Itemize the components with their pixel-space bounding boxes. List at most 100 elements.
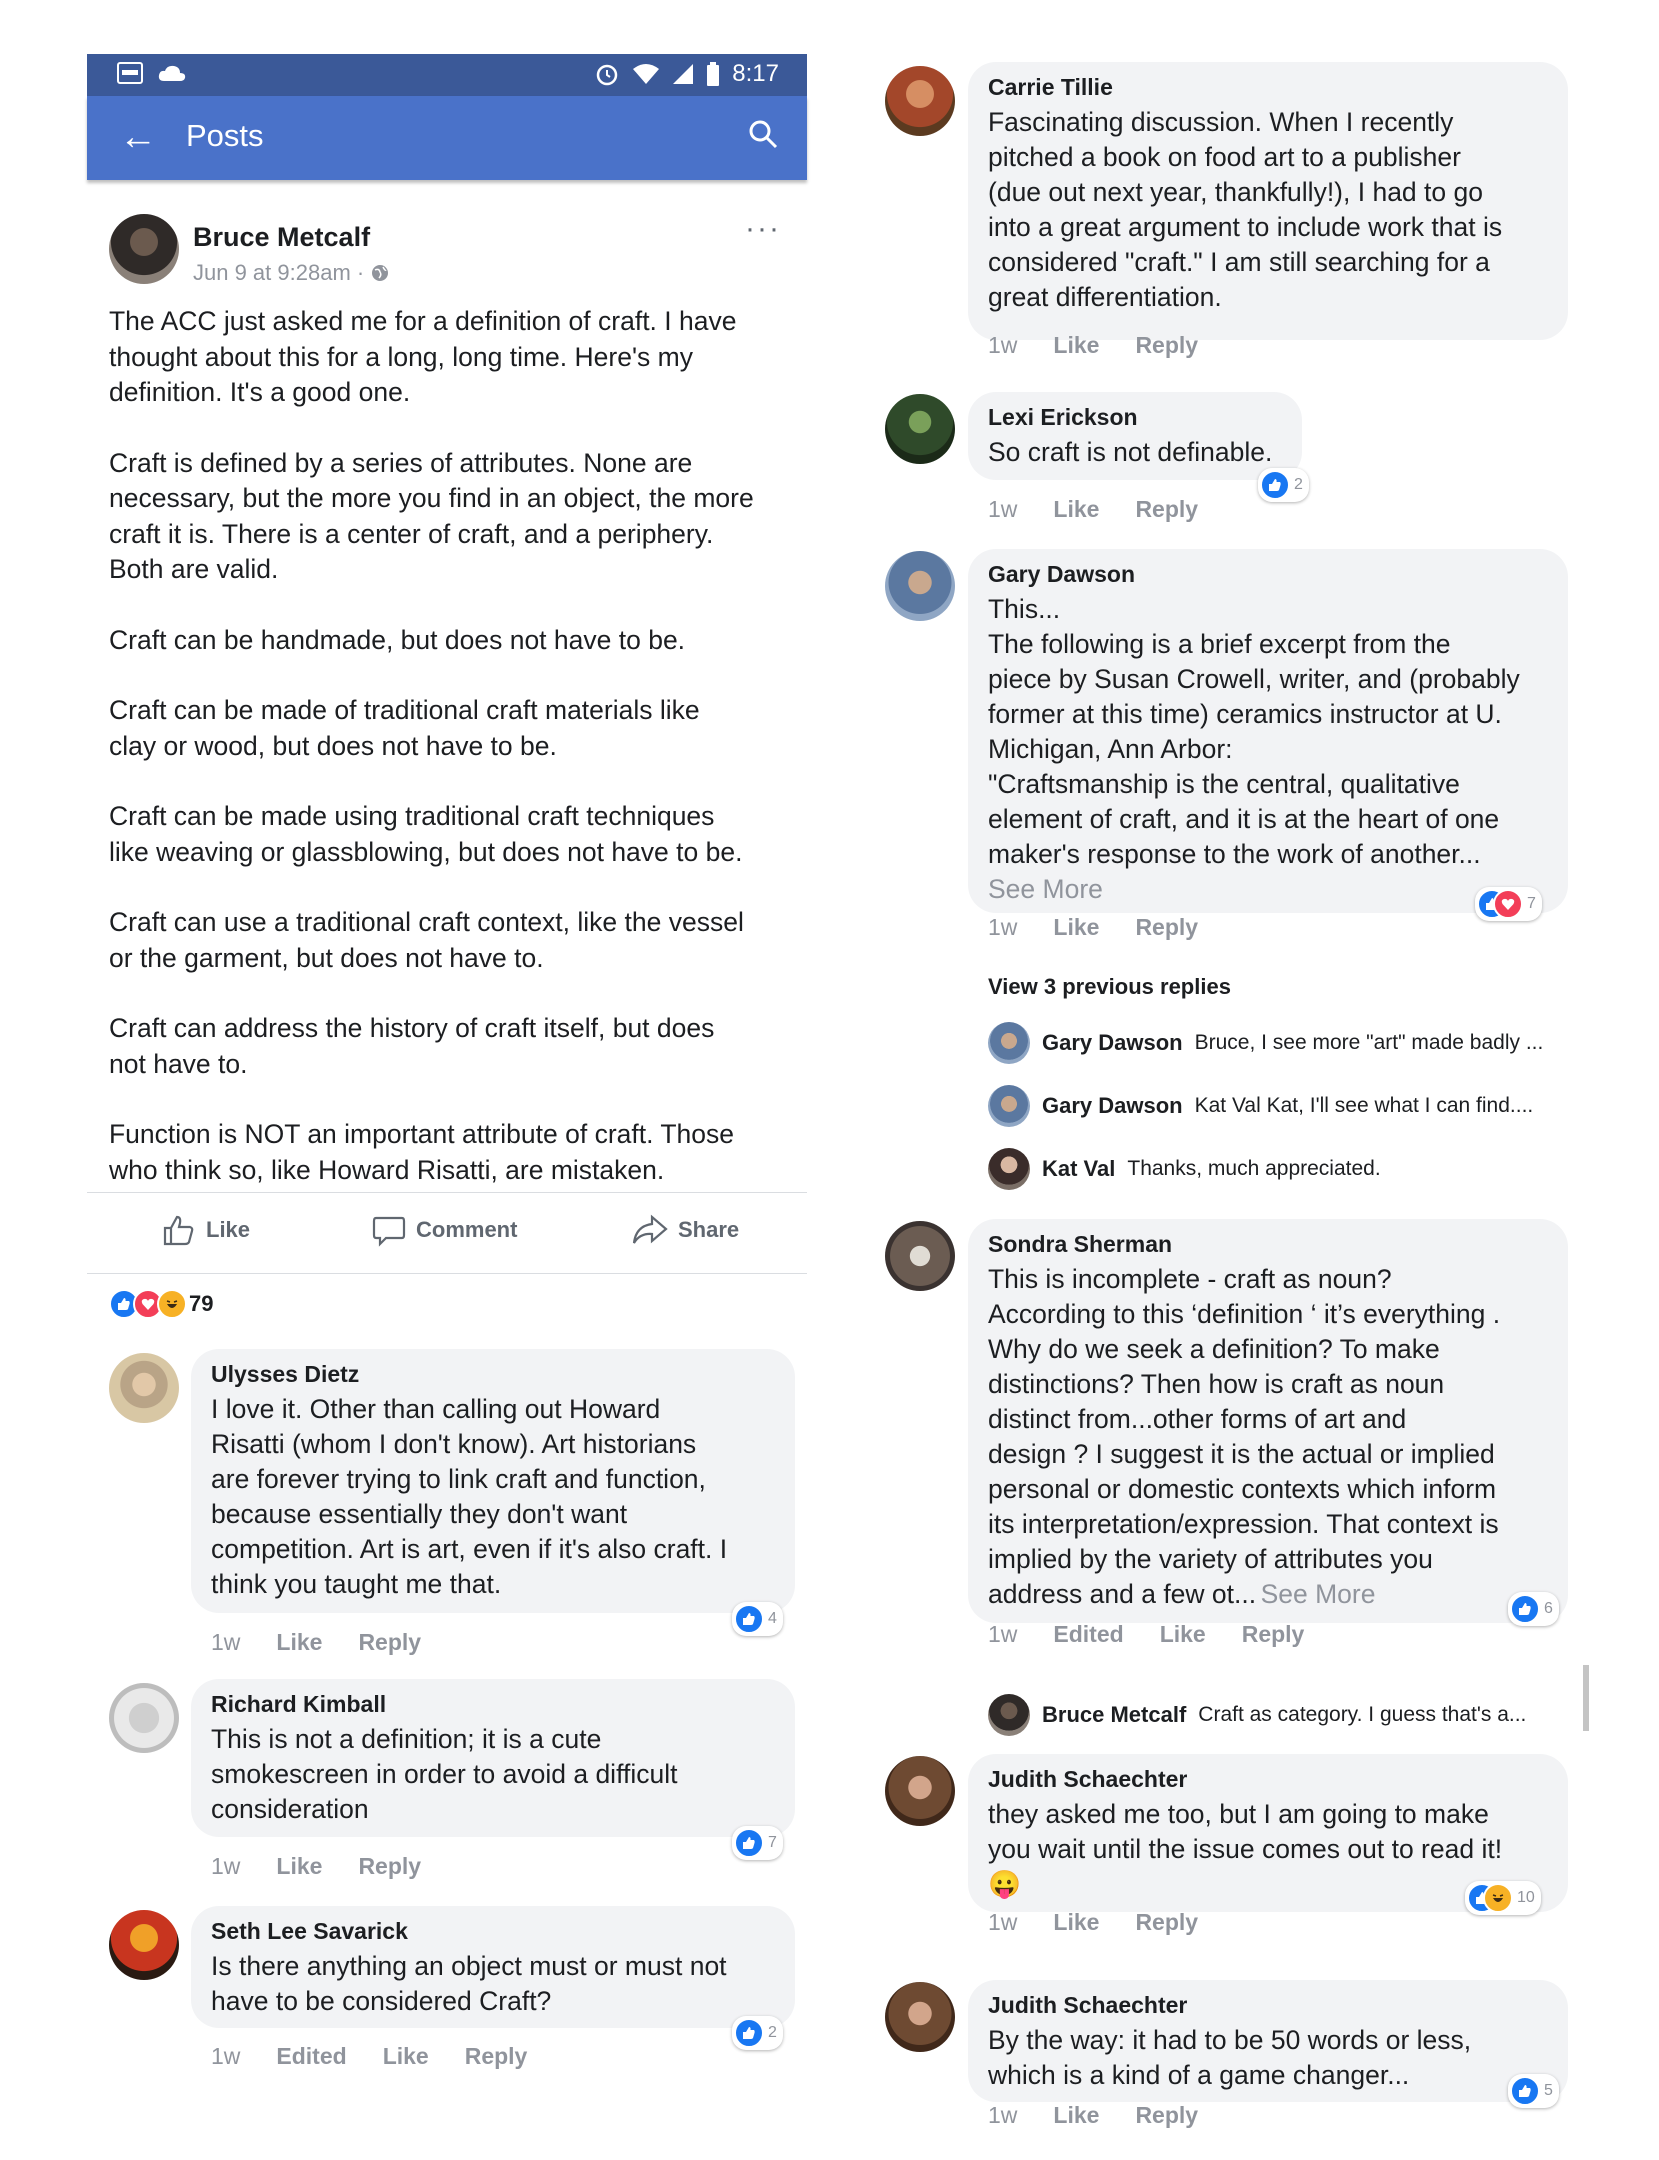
commenter-name[interactable]: Judith Schaechter	[988, 1766, 1548, 1793]
commenter-name[interactable]: Lexi Erickson	[988, 404, 1282, 431]
comment-like-button[interactable]: Like	[276, 1853, 322, 1880]
comment-reactions[interactable]: 2	[732, 2016, 783, 2050]
comment-reactions[interactable]: 5	[1508, 2074, 1559, 2108]
post-paragraph: Craft can use a traditional craft contex…	[109, 907, 744, 973]
reply-item[interactable]: Kat Val Thanks, much appreciated.	[988, 1148, 1381, 1190]
commenter-name[interactable]: Gary Dawson	[988, 561, 1548, 588]
comment-like-button[interactable]: Like	[1160, 1621, 1206, 1648]
avatar[interactable]	[109, 1910, 179, 1980]
comment-reactions[interactable]: 4	[732, 1602, 783, 1636]
comment-like-button[interactable]: Like	[1053, 332, 1099, 359]
reply-item[interactable]: Bruce Metcalf Craft as category. I guess…	[988, 1694, 1526, 1736]
post-paragraph: Craft can be made of traditional craft m…	[109, 695, 700, 761]
comment-bubble[interactable]: Richard Kimball This is not a definition…	[191, 1679, 795, 1837]
comment-time: 1w	[988, 1621, 1018, 1647]
avatar[interactable]	[109, 1353, 179, 1423]
see-more-link[interactable]: See More	[1261, 1579, 1376, 1609]
comment-reactions[interactable]: 7	[732, 1826, 783, 1860]
comment-bubble[interactable]: Seth Lee Savarick Is there anything an o…	[191, 1906, 795, 2028]
comment-reactions[interactable]: 10	[1465, 1881, 1541, 1915]
wifi-icon	[633, 64, 660, 84]
post-paragraph: Function is NOT an important attribute o…	[109, 1119, 735, 1185]
comment: Sondra Sherman This is incomplete - craf…	[880, 1219, 1580, 1669]
comment-bubble[interactable]: Judith Schaechter By the way: it had to …	[968, 1980, 1568, 2102]
comment-like-button[interactable]: Like	[383, 2043, 429, 2070]
comment-bubble[interactable]: Carrie Tillie Fascinating discussion. Wh…	[968, 62, 1568, 340]
comment-like-button[interactable]: Like	[1053, 496, 1099, 523]
comment-reply-button[interactable]: Reply	[1135, 2102, 1198, 2129]
reaction-summary[interactable]: 79	[109, 1289, 213, 1319]
comment-bubble[interactable]: Ulysses Dietz I love it. Other than call…	[191, 1349, 795, 1613]
commenter-name[interactable]: Sondra Sherman	[988, 1231, 1548, 1258]
commenter-name[interactable]: Seth Lee Savarick	[211, 1918, 775, 1945]
reply-author[interactable]: Gary Dawson	[1042, 1093, 1183, 1119]
messenger-notification-icon	[117, 62, 143, 84]
avatar[interactable]	[885, 551, 955, 621]
comment-bubble[interactable]: Sondra Sherman This is incomplete - craf…	[968, 1219, 1568, 1623]
reply-item[interactable]: Gary Dawson Bruce, I see more "art" made…	[988, 1022, 1543, 1064]
signal-icon	[673, 64, 694, 84]
avatar[interactable]	[988, 1022, 1030, 1064]
post-panel: 8:17 ← Posts Bruce Metcalf Jun 9 at 9:28…	[87, 54, 807, 2154]
comment-reply-button[interactable]: Reply	[1135, 332, 1198, 359]
share-button[interactable]: Share	[632, 1213, 739, 1247]
avatar[interactable]	[885, 66, 955, 136]
reply-author[interactable]: Bruce Metcalf	[1042, 1702, 1186, 1728]
comment-reaction-count: 10	[1517, 1889, 1535, 1906]
comment-reply-button[interactable]: Reply	[1242, 1621, 1305, 1648]
comment-reply-button[interactable]: Reply	[358, 1853, 421, 1880]
comment-button[interactable]: Comment	[372, 1213, 517, 1247]
comment-icon	[372, 1216, 406, 1247]
comment-reply-button[interactable]: Reply	[1135, 1909, 1198, 1936]
comment-actions: 1w Like Reply	[211, 1853, 421, 1880]
comment-like-button[interactable]: Like	[1053, 2102, 1099, 2129]
commenter-name[interactable]: Carrie Tillie	[988, 74, 1548, 101]
view-previous-replies-link[interactable]: View 3 previous replies	[988, 974, 1231, 1000]
comment-reply-button[interactable]: Reply	[1135, 914, 1198, 941]
battery-icon	[707, 62, 720, 86]
more-options-icon[interactable]: ···	[745, 212, 781, 246]
post-date: Jun 9 at 9:28am	[193, 260, 351, 285]
back-arrow-icon[interactable]: ←	[119, 118, 157, 156]
comment-reactions[interactable]: 7	[1475, 887, 1542, 921]
comment-reply-button[interactable]: Reply	[1135, 496, 1198, 523]
avatar[interactable]	[988, 1085, 1030, 1127]
comment-bubble[interactable]: Gary Dawson This... The following is a b…	[968, 549, 1568, 913]
comment-edited-label[interactable]: Edited	[1053, 1621, 1123, 1648]
comment-reply-button[interactable]: Reply	[465, 2043, 528, 2070]
avatar[interactable]	[988, 1694, 1030, 1736]
avatar[interactable]	[109, 1683, 179, 1753]
globe-icon	[372, 265, 389, 281]
post-body: The ACC just asked me for a definition o…	[109, 304, 789, 1223]
comment: Gary Dawson This... The following is a b…	[880, 549, 1580, 979]
comment-like-button[interactable]: Like	[276, 1629, 322, 1656]
avatar[interactable]	[885, 394, 955, 464]
scrollbar[interactable]	[1583, 1665, 1589, 1731]
comment-edited-label[interactable]: Edited	[276, 2043, 346, 2070]
comment-like-button[interactable]: Like	[1053, 1909, 1099, 1936]
comment-reactions[interactable]: 6	[1508, 1592, 1559, 1626]
avatar[interactable]	[885, 1982, 955, 2052]
comment-bubble[interactable]: Lexi Erickson So craft is not definable.	[968, 392, 1302, 480]
avatar[interactable]	[109, 214, 179, 284]
reply-text: Thanks, much appreciated.	[1127, 1157, 1381, 1180]
avatar[interactable]	[988, 1148, 1030, 1190]
search-icon[interactable]	[747, 118, 779, 155]
comment-reactions[interactable]: 2	[1258, 468, 1309, 502]
reply-author[interactable]: Gary Dawson	[1042, 1030, 1183, 1056]
comment-like-button[interactable]: Like	[1053, 914, 1099, 941]
commenter-name[interactable]: Ulysses Dietz	[211, 1361, 775, 1388]
reply-author[interactable]: Kat Val	[1042, 1156, 1115, 1182]
comment-reply-button[interactable]: Reply	[358, 1629, 421, 1656]
avatar[interactable]	[885, 1756, 955, 1826]
post-timestamp[interactable]: Jun 9 at 9:28am ·	[193, 260, 390, 286]
comment: Seth Lee Savarick Is there anything an o…	[87, 1906, 807, 2116]
commenter-name[interactable]: Richard Kimball	[211, 1691, 775, 1718]
reply-item[interactable]: Gary Dawson Kat Val Kat, I'll see what I…	[988, 1085, 1533, 1127]
commenter-name[interactable]: Judith Schaechter	[988, 1992, 1548, 2019]
like-button[interactable]: Like	[162, 1213, 250, 1247]
comment-text: Is there anything an object must or must…	[211, 1951, 727, 2016]
see-more-link[interactable]: See More	[988, 874, 1103, 904]
avatar[interactable]	[885, 1221, 955, 1291]
post-author[interactable]: Bruce Metcalf	[193, 222, 370, 253]
